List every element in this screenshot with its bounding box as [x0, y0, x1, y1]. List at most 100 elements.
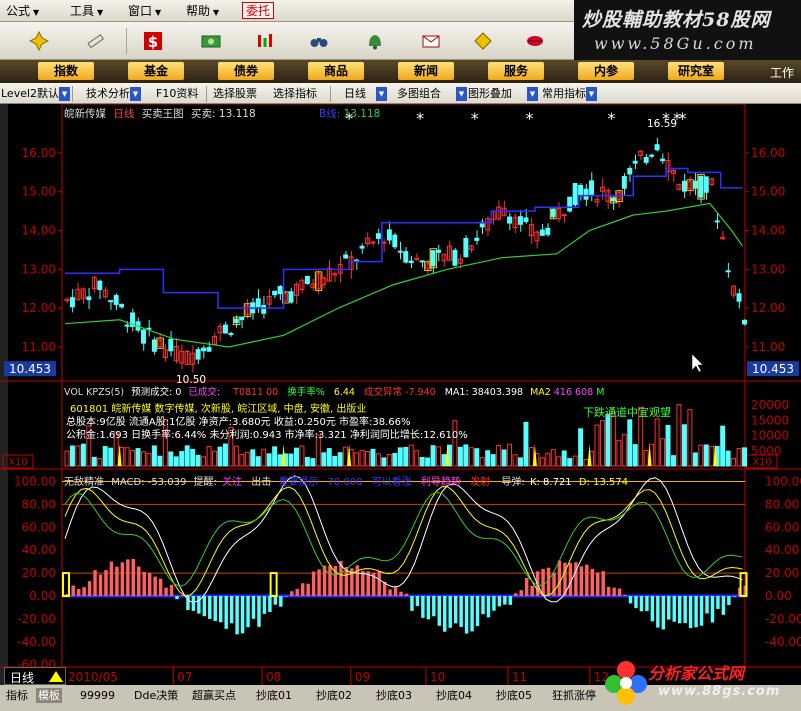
tab-bottom05[interactable]: 抄底05	[496, 688, 532, 703]
volume-bar	[250, 449, 256, 467]
volume-bar	[168, 451, 174, 467]
level2-select[interactable]: Level2默认 ▼	[1, 86, 71, 102]
macd-tick-label-left: 40.00	[22, 543, 56, 557]
candle-body	[654, 144, 660, 151]
overlay-button[interactable]: 图形叠加	[468, 86, 512, 102]
f10-button[interactable]: F10资料	[156, 86, 198, 102]
volume-bar	[496, 445, 502, 467]
volume-bar	[599, 420, 605, 467]
lips-icon[interactable]	[522, 29, 548, 53]
tab-99999[interactable]: 99999	[80, 688, 115, 703]
candle-body	[419, 260, 425, 263]
candle-body	[507, 216, 513, 224]
candle-body	[304, 275, 310, 284]
candle-body	[714, 220, 720, 223]
menu-formula[interactable]: 公式 ▼	[6, 3, 39, 19]
period-indicator[interactable]: 日线	[4, 667, 66, 685]
multi-chart-button[interactable]: 多图组合	[397, 86, 441, 102]
pen-icon[interactable]	[82, 29, 108, 53]
volume-bar	[212, 450, 217, 467]
volume-bar	[244, 451, 250, 467]
volume-bar	[239, 453, 245, 467]
select-stock-button[interactable]: 选择股票	[213, 86, 257, 102]
volume-bar	[195, 454, 201, 467]
nav-work[interactable]: 工作	[770, 64, 794, 81]
volume-bar	[102, 446, 108, 467]
volume-bar	[430, 445, 436, 467]
price-header: 皖新传媒 日线 买卖王图 买卖: 13.118 B线: 13.118	[64, 108, 381, 120]
binoculars-icon[interactable]	[306, 29, 332, 53]
candle-body	[375, 233, 381, 239]
candle-body	[572, 183, 578, 206]
cross-icon[interactable]	[26, 29, 52, 53]
price-tick-label-left: 16.00	[22, 146, 56, 160]
nav-insider[interactable]: 内参	[578, 62, 634, 80]
tab-bottom01[interactable]: 抄底01	[256, 688, 292, 703]
mouse-cursor-icon	[691, 353, 704, 373]
nav-fund[interactable]: 基金	[128, 62, 184, 80]
candle-body	[452, 249, 458, 266]
chevron-down-icon[interactable]: ▼	[456, 86, 467, 102]
entrust-button[interactable]: 委托	[242, 2, 275, 19]
mail-icon[interactable]	[418, 29, 444, 53]
candle-body	[108, 300, 114, 303]
volume-bar	[151, 445, 157, 467]
menu-tools[interactable]: 工具 ▼	[70, 3, 103, 19]
volume-bar	[261, 448, 267, 467]
star-marker: *	[678, 109, 686, 128]
j-line	[64, 491, 743, 587]
diamond-icon[interactable]	[470, 29, 496, 53]
macd-tick-label-right: 80.00	[765, 497, 799, 511]
volume-bar	[539, 457, 545, 467]
volume-bar	[632, 444, 638, 467]
period-select[interactable]: 日线 ▼	[344, 86, 387, 102]
nav-news[interactable]: 新闻	[398, 62, 454, 80]
nav-index[interactable]: 指数	[38, 62, 94, 80]
nav-service[interactable]: 服务	[488, 62, 544, 80]
tech-analysis-button[interactable]: 技术分析 ▼	[86, 86, 141, 102]
select-indicator-button[interactable]: 选择指标	[273, 86, 317, 102]
volume-bar	[479, 457, 485, 467]
macd-tick-label-right: -40.00	[765, 635, 801, 649]
volume-tick-label: 20000	[751, 398, 789, 412]
candle-body	[523, 217, 529, 223]
volume-bar	[572, 455, 578, 467]
volume-bar	[326, 448, 332, 467]
candle-body	[97, 280, 103, 291]
chevron-down-icon[interactable]: ▼	[527, 86, 538, 102]
volume-bar	[441, 454, 447, 467]
menu-window[interactable]: 窗口 ▼	[128, 3, 161, 19]
price-tick-label-right: 11.00	[751, 340, 785, 354]
candle-body	[692, 180, 698, 189]
warning-text: 下跌通道中宜观望	[583, 406, 671, 419]
high-price-label: 16.59	[647, 118, 678, 130]
nav-bond[interactable]: 债券	[218, 62, 274, 80]
tab-indicator[interactable]: 指标	[6, 688, 28, 703]
bell-icon[interactable]	[362, 29, 388, 53]
candle-body	[436, 249, 442, 253]
common-indicator-button[interactable]: 常用指标 ▼	[542, 86, 597, 102]
nav-research[interactable]: 研究室	[668, 62, 724, 80]
macd-tick-label-right: 0.00	[765, 589, 792, 603]
money-icon[interactable]	[198, 29, 224, 53]
chevron-down-icon: ▼	[376, 87, 387, 101]
tab-limit-up[interactable]: 狂抓涨停	[552, 688, 596, 703]
menu-help[interactable]: 帮助 ▼	[186, 3, 219, 19]
tab-bottom04[interactable]: 抄底04	[436, 688, 472, 703]
tab-super-buy[interactable]: 超赢买点	[192, 688, 236, 703]
tab-bottom02[interactable]: 抄底02	[316, 688, 352, 703]
chart-area[interactable]: 16.00 16.00 15.00 15.00 14.00 14.00 13.00 13.00…	[0, 104, 801, 685]
dollar-icon[interactable]: $	[140, 29, 166, 53]
macd-tick-label-left: -40.00	[17, 635, 56, 649]
volume-bar	[605, 413, 611, 467]
nav-commodity[interactable]: 商品	[308, 62, 364, 80]
candle-body	[589, 180, 595, 196]
tab-dde[interactable]: Dde决策	[134, 688, 178, 703]
volume-bar	[512, 454, 518, 467]
green-support-line	[64, 202, 744, 348]
tab-template[interactable]: 模板	[36, 688, 62, 703]
volume-bar	[91, 456, 97, 467]
tab-bottom03[interactable]: 抄底03	[376, 688, 412, 703]
volume-bar	[184, 445, 190, 467]
candle-icon[interactable]	[252, 29, 278, 53]
